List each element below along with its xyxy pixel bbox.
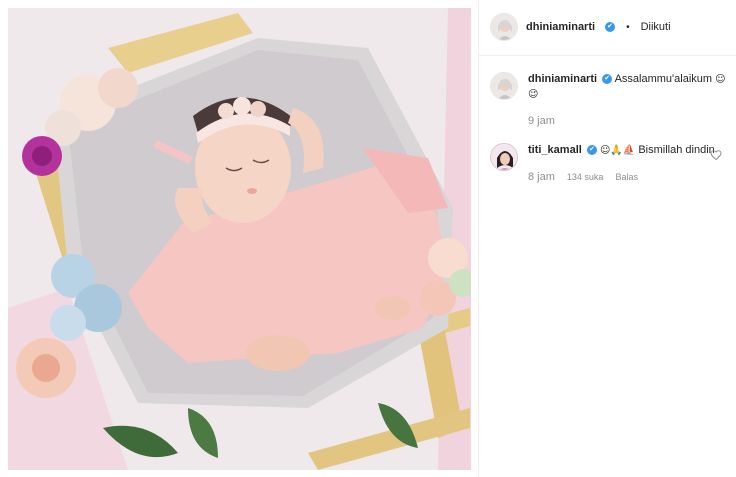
comment-time[interactable]: 8 jam — [528, 170, 555, 184]
comment-meta: 8 jam 134 suka Balas — [528, 170, 730, 184]
comment-text: Bismillah dindin — [638, 144, 715, 156]
separator-dot: • — [626, 21, 630, 33]
verified-badge-icon: ✔ — [586, 145, 597, 156]
comment-body: titi_kamall ✔ ☺🙏⛵ Bismillah dindin 8 jam… — [528, 143, 730, 184]
comment-item: dhiniaminarti ✔ Assalammu'alaikum ☺😉 9 j… — [490, 72, 730, 128]
newborn-baby-photo — [8, 8, 471, 470]
comment-avatar[interactable] — [490, 72, 518, 100]
comment-meta: 9 jam — [528, 114, 730, 128]
header-divider — [479, 55, 736, 56]
comment-username[interactable]: dhiniaminarti — [528, 73, 597, 85]
author-avatar[interactable] — [490, 13, 518, 41]
instagram-post-view: dhiniaminarti ✔ • Diikuti dhiniaminarti … — [0, 0, 736, 477]
post-header: dhiniaminarti ✔ • Diikuti — [490, 12, 671, 42]
heart-outline-icon[interactable] — [710, 149, 722, 161]
follow-state-button[interactable]: Diikuti — [641, 21, 671, 33]
comment-item: titi_kamall ✔ ☺🙏⛵ Bismillah dindin 8 jam… — [490, 143, 730, 184]
post-photo[interactable] — [8, 8, 471, 470]
comment-body: dhiniaminarti ✔ Assalammu'alaikum ☺😉 9 j… — [528, 72, 730, 128]
comment-time[interactable]: 9 jam — [528, 114, 555, 128]
verified-badge-icon: ✔ — [605, 22, 616, 32]
verified-badge-icon: ✔ — [602, 74, 613, 85]
author-username[interactable]: dhiniaminarti — [526, 21, 595, 33]
reply-button[interactable]: Balas — [615, 170, 638, 184]
comment-emoji: ☺🙏⛵ — [599, 145, 636, 156]
comment-text: Assalammu'alaikum — [614, 73, 713, 85]
panel-divider — [478, 0, 479, 477]
comment-likes[interactable]: 134 suka — [567, 170, 604, 184]
comment-username[interactable]: titi_kamall — [528, 144, 582, 156]
comment-avatar[interactable] — [490, 143, 518, 171]
